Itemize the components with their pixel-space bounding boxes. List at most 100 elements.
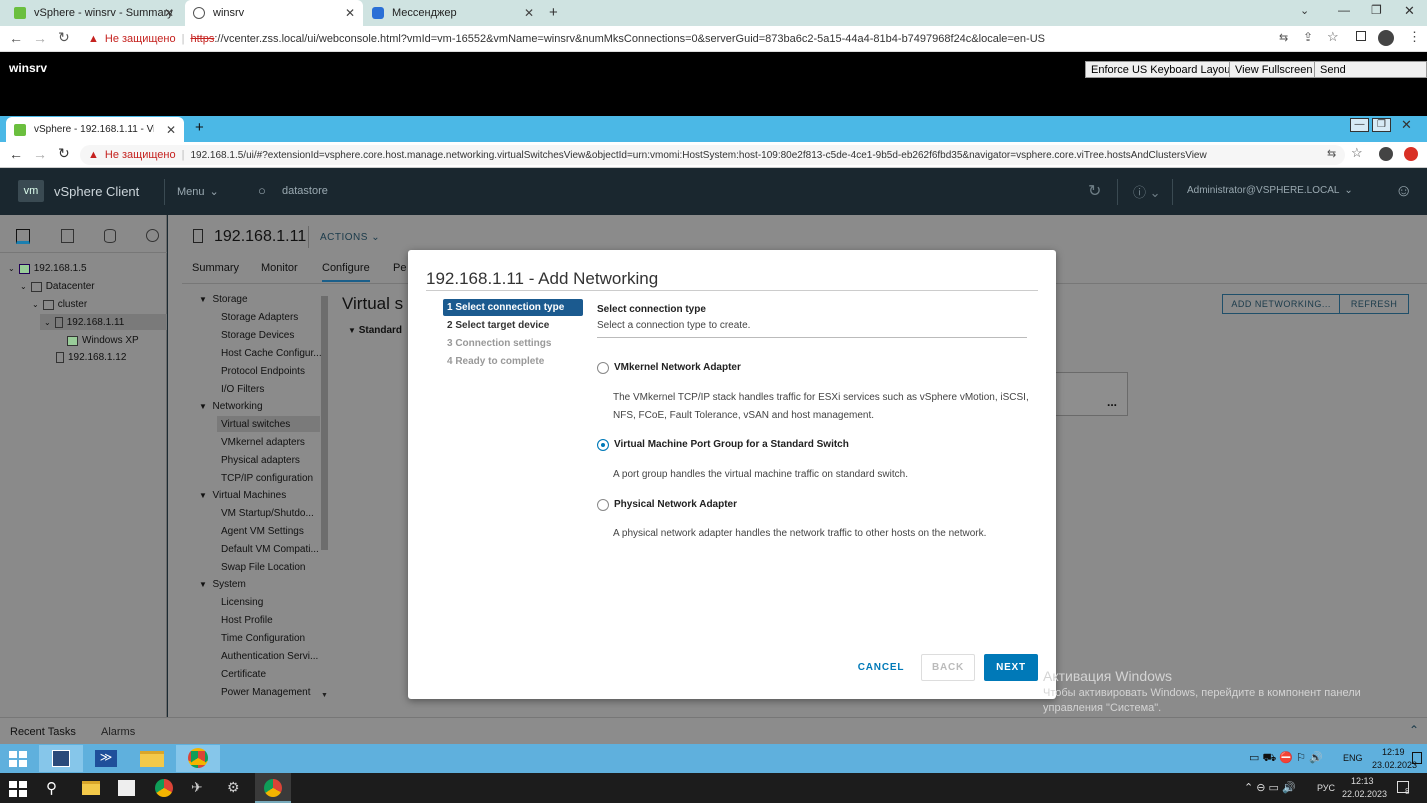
nav-swap-file[interactable]: Swap File Location (221, 562, 306, 573)
vpn-app-icon[interactable]: ✈ (191, 779, 203, 796)
tree-item-vm-winxp[interactable]: Windows XP (67, 335, 139, 346)
tray-icons[interactable]: ⌃ ⊖ ▭ 🔊 (1244, 781, 1296, 794)
nav-tcpip-config[interactable]: TCP/IP configuration (221, 473, 313, 484)
alarms-tab[interactable]: Alarms (101, 726, 135, 738)
refresh-icon[interactable]: ↻ (1088, 181, 1101, 201)
tab-monitor[interactable]: Monitor (261, 262, 298, 274)
option-label[interactable]: Physical Network Adapter (614, 499, 737, 510)
nav-virtual-switches[interactable]: Virtual switches (221, 419, 290, 430)
nav-group-vms[interactable]: ▼ Virtual Machines (199, 490, 286, 501)
user-menu[interactable]: Administrator@VSPHERE.LOCAL ⌄ (1187, 185, 1353, 196)
notifications-icon[interactable] (1412, 752, 1422, 764)
reload-icon[interactable]: ↻ (58, 29, 70, 46)
windows-start-icon[interactable] (9, 751, 27, 767)
nav-time-config[interactable]: Time Configuration (221, 633, 305, 644)
restore-icon[interactable]: ❐ (1371, 3, 1382, 17)
radio-physical-adapter[interactable] (597, 499, 609, 511)
restore-icon[interactable]: ❐ (1372, 118, 1391, 132)
close-tab-icon[interactable]: ✕ (166, 123, 176, 137)
wizard-step-2[interactable]: 2 Select target device (443, 317, 583, 334)
nav-group-storage[interactable]: ▼ Storage (199, 294, 248, 305)
nav-host-profile[interactable]: Host Profile (221, 615, 273, 626)
more-options-icon[interactable]: ... (1107, 395, 1117, 409)
option-label[interactable]: Virtual Machine Port Group for a Standar… (614, 439, 849, 450)
bookmark-star-icon[interactable]: ☆ (1327, 29, 1339, 45)
close-tab-icon[interactable]: ✕ (164, 6, 174, 20)
networking-icon[interactable] (146, 229, 159, 242)
file-explorer-icon[interactable] (82, 781, 100, 795)
outer-tab-messenger[interactable]: Мессенджер ✕ (364, 0, 542, 26)
tree-item-datacenter[interactable]: ⌄ Datacenter (20, 281, 95, 292)
nav-storage-adapters[interactable]: Storage Adapters (221, 312, 298, 323)
back-arrow-icon[interactable]: ← (9, 30, 23, 46)
clock-time[interactable]: 12:13 (1351, 776, 1374, 786)
clock-date[interactable]: 23.02.2023 (1372, 760, 1417, 770)
nav-vmkernel-adapters[interactable]: VMkernel adapters (221, 437, 305, 448)
kebab-menu-icon[interactable]: ⋮ (1408, 29, 1421, 45)
close-window-icon[interactable]: ✕ (1401, 117, 1412, 133)
profile-avatar-icon[interactable] (1379, 147, 1393, 161)
close-tab-icon[interactable]: ✕ (524, 6, 534, 20)
nav-certificate[interactable]: Certificate (221, 669, 266, 680)
wizard-step-1[interactable]: 1 Select connection type (443, 299, 583, 316)
forward-arrow-icon[interactable]: → (33, 146, 47, 162)
tab-search-icon[interactable]: ⌄ (1300, 4, 1309, 17)
global-search-input[interactable]: datastore (282, 185, 328, 197)
close-window-icon[interactable]: ✕ (1404, 3, 1415, 19)
tree-item-vcenter[interactable]: ⌄ 192.168.1.5 (8, 263, 87, 274)
update-alert-icon[interactable] (1404, 147, 1418, 161)
chrome-icon[interactable] (155, 779, 173, 797)
option-label[interactable]: VMkernel Network Adapter (614, 362, 741, 373)
share-icon[interactable]: ⇪ (1303, 30, 1313, 44)
windows-start-icon[interactable] (9, 781, 27, 797)
enforce-keyboard-button[interactable]: Enforce US Keyboard Layout (1085, 61, 1240, 78)
nav-io-filters[interactable]: I/O Filters (221, 384, 264, 395)
hosts-clusters-icon[interactable] (16, 229, 30, 244)
minimize-icon[interactable]: — (1338, 3, 1350, 17)
minimize-icon[interactable]: — (1350, 118, 1369, 132)
language-indicator[interactable]: РУС (1317, 783, 1335, 793)
tray-icons[interactable]: ▭ ⛟ ⛔ ⚐ 🔊 (1249, 751, 1323, 766)
nav-group-system[interactable]: ▼ System (199, 579, 246, 590)
translate-icon[interactable]: ⇆ (1279, 31, 1288, 44)
inner-tab-vsphere[interactable]: vSphere - 192.168.1.11 - Virtual s ✕ (6, 117, 184, 142)
nav-host-cache[interactable]: Host Cache Configur... (221, 348, 322, 359)
expand-panel-icon[interactable]: ⌃ (1409, 723, 1419, 737)
nav-group-networking[interactable]: ▼ Networking (199, 401, 263, 412)
tab-permissions[interactable]: Pe (393, 262, 406, 274)
next-button[interactable]: NEXT (984, 654, 1038, 681)
bookmark-star-icon[interactable]: ☆ (1351, 145, 1363, 161)
nav-auth-services[interactable]: Authentication Servi... (221, 651, 318, 662)
tree-item-host-11[interactable]: ⌄ 192.168.1.11 (44, 317, 124, 328)
clock-time[interactable]: 12:19 (1382, 747, 1405, 757)
tree-item-host-12[interactable]: 192.168.1.12 (56, 352, 126, 363)
back-button[interactable]: BACK (921, 654, 975, 681)
view-fullscreen-button[interactable]: View Fullscreen (1229, 61, 1319, 78)
scroll-down-icon[interactable]: ▼ (321, 692, 328, 699)
powershell-icon[interactable]: ≫ (95, 750, 117, 767)
language-indicator[interactable]: ENG (1343, 753, 1363, 763)
profile-avatar-icon[interactable] (1378, 30, 1394, 46)
radio-vmkernel-adapter[interactable] (597, 362, 609, 374)
nav-default-vm-compat[interactable]: Default VM Compati... (221, 544, 319, 555)
search-icon[interactable]: ⚲ (46, 779, 57, 797)
menu-dropdown[interactable]: Menu ⌄ (177, 185, 219, 199)
send-ctrl-alt-del-button[interactable]: Send Ctrl+Alt+Delete (1314, 61, 1427, 90)
nav-licensing[interactable]: Licensing (221, 597, 263, 608)
inner-url-field[interactable]: ▲ Не защищено | 192.168.1.5/ui/#?extensi… (80, 145, 1345, 165)
nav-physical-adapters[interactable]: Physical adapters (221, 455, 300, 466)
close-tab-icon[interactable]: ✕ (345, 6, 355, 20)
file-explorer-icon[interactable] (140, 751, 164, 767)
outer-url-field[interactable]: ▲ Не защищено | https://vcenter.zss.loca… (80, 29, 1345, 49)
vms-templates-icon[interactable] (61, 229, 74, 243)
forward-arrow-icon[interactable]: → (33, 30, 47, 46)
help-icon[interactable]: ⓘ ⌄ (1133, 182, 1161, 201)
standard-switch-header[interactable]: ▼ Standard (348, 325, 402, 336)
reload-icon[interactable]: ↻ (58, 145, 70, 162)
new-tab-icon[interactable]: + (195, 119, 204, 136)
smiley-feedback-icon[interactable]: ☺ (1395, 181, 1412, 201)
recent-tasks-tab[interactable]: Recent Tasks (10, 726, 76, 738)
store-icon[interactable] (118, 780, 135, 796)
tab-summary[interactable]: Summary (192, 262, 239, 274)
back-arrow-icon[interactable]: ← (9, 146, 23, 162)
